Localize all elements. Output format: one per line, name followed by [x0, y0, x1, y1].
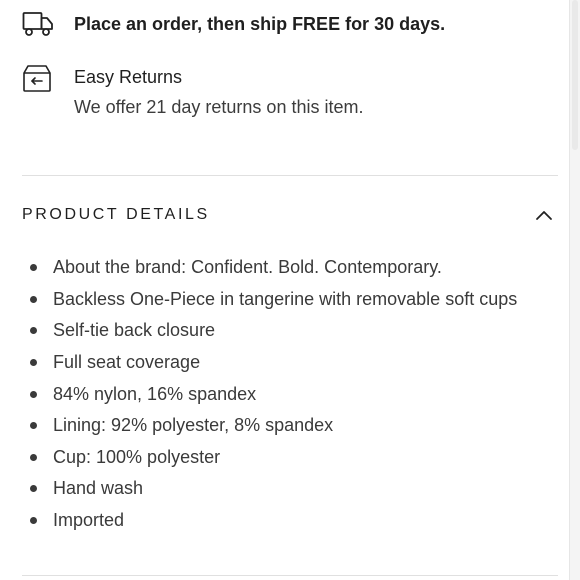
product-details-toggle[interactable]: PRODUCT DETAILS [22, 200, 558, 230]
section-divider-bottom [22, 575, 558, 576]
list-item-text: Hand wash [53, 478, 144, 499]
list-item-text: 84% nylon, 16% spandex [53, 383, 257, 404]
list-item: Self-tie back closure [22, 315, 517, 347]
list-item: Backless One-Piece in tangerine with rem… [22, 284, 517, 316]
bullet-icon [30, 485, 37, 493]
chevron-up-icon[interactable] [534, 205, 554, 225]
list-item-text: Full seat coverage [53, 352, 201, 373]
list-item: Full seat coverage [22, 347, 517, 379]
scrollbar-thumb[interactable] [572, 0, 578, 150]
list-item-text: Imported [53, 510, 125, 531]
bullet-icon [30, 517, 37, 525]
product-info-panel: Place an order, then ship FREE for 30 da… [0, 0, 580, 580]
bullet-icon [30, 264, 37, 272]
easy-returns-title: Easy Returns [74, 67, 183, 87]
bullet-icon [30, 453, 37, 461]
list-item: Hand wash [22, 473, 517, 505]
list-item: 84% nylon, 16% spandex [22, 378, 517, 410]
section-divider [22, 175, 558, 176]
easy-returns-text-block: Easy Returns We offer 21 day returns on … [74, 62, 363, 120]
bullet-icon [30, 359, 37, 367]
truck-icon [22, 8, 54, 40]
list-item-text: Self-tie back closure [53, 320, 216, 341]
free-shipping-text: Place an order, then ship FREE for 30 da… [74, 13, 446, 34]
list-item: Cup: 100% polyester [22, 442, 517, 474]
product-details-title: PRODUCT DETAILS [22, 206, 210, 223]
list-item-text: Cup: 100% polyester [53, 446, 221, 467]
easy-returns-description: We offer 21 day returns on this item. [74, 97, 364, 117]
list-item-text: About the brand: Confident. Bold. Contem… [53, 257, 442, 278]
free-shipping-row: Place an order, then ship FREE for 30 da… [22, 8, 445, 40]
product-details-list: About the brand: Confident. Bold. Contem… [22, 252, 517, 536]
bullet-icon [30, 422, 37, 430]
list-item-text: Lining: 92% polyester, 8% spandex [53, 415, 334, 436]
bullet-icon [30, 390, 37, 398]
bullet-icon [30, 327, 37, 335]
bullet-icon [30, 295, 37, 303]
list-item: About the brand: Confident. Bold. Contem… [22, 252, 517, 284]
easy-returns-row: Easy Returns We offer 21 day returns on … [22, 62, 363, 120]
return-box-icon [22, 63, 52, 93]
list-item: Lining: 92% polyester, 8% spandex [22, 410, 517, 442]
list-item-text: Backless One-Piece in tangerine with rem… [53, 288, 518, 309]
list-item: Imported [22, 505, 517, 537]
scrollbar[interactable] [569, 0, 580, 580]
